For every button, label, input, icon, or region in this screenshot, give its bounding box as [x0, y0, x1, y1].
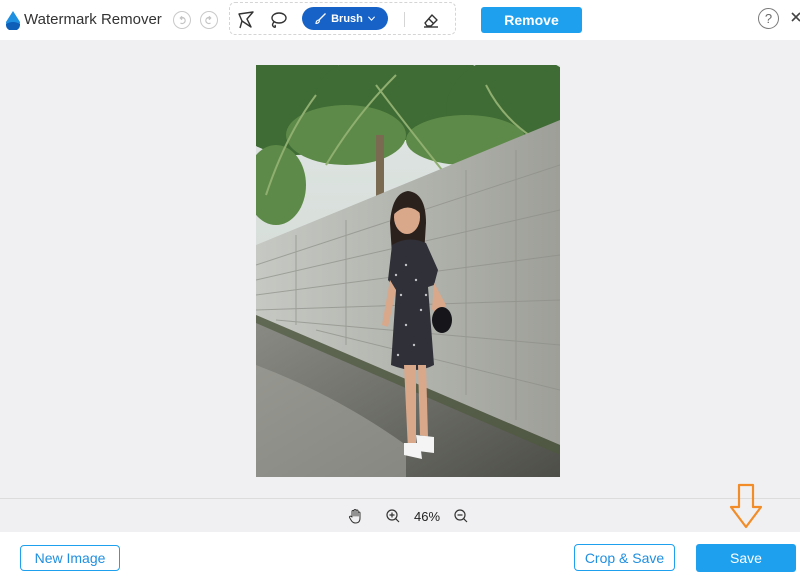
undo-button[interactable] — [173, 11, 191, 29]
help-button[interactable]: ? — [758, 8, 779, 29]
bottom-action-bar: New Image Crop & Save Save — [0, 532, 800, 573]
chevron-down-icon — [367, 16, 375, 22]
uploaded-photo — [256, 65, 560, 477]
redo-button[interactable] — [200, 11, 218, 29]
close-icon[interactable] — [790, 8, 800, 28]
save-button[interactable]: Save — [696, 544, 796, 572]
undo-icon — [179, 15, 186, 25]
brush-label: Brush — [331, 12, 363, 25]
toolbar-divider — [404, 12, 405, 27]
image-canvas — [0, 40, 800, 498]
eraser-icon[interactable] — [421, 10, 441, 30]
photo-illustration — [256, 65, 560, 477]
brush-button[interactable]: Brush — [302, 7, 388, 30]
brush-icon — [315, 13, 327, 25]
polygonal-lasso-icon[interactable] — [236, 10, 256, 30]
top-toolbar: Watermark Remover Brush Remove ? — [0, 0, 800, 40]
zoom-level: 46% — [413, 509, 441, 524]
zoom-in-icon[interactable] — [385, 508, 401, 524]
hand-icon[interactable] — [347, 508, 363, 524]
water-drop-logo-icon — [6, 11, 20, 30]
watermark-remover-app: Watermark Remover Brush Remove ? 46% New… — [0, 0, 800, 573]
new-image-button[interactable]: New Image — [20, 545, 120, 571]
app-title: Watermark Remover — [24, 11, 162, 28]
selection-tools-group: Brush — [229, 2, 456, 35]
redo-icon — [205, 15, 212, 25]
arrow-down-icon — [729, 483, 763, 529]
zoom-controls: 46% — [0, 498, 800, 532]
lasso-icon[interactable] — [268, 10, 288, 30]
crop-and-save-button[interactable]: Crop & Save — [574, 544, 675, 571]
zoom-out-icon[interactable] — [453, 508, 469, 524]
remove-button[interactable]: Remove — [481, 7, 582, 33]
